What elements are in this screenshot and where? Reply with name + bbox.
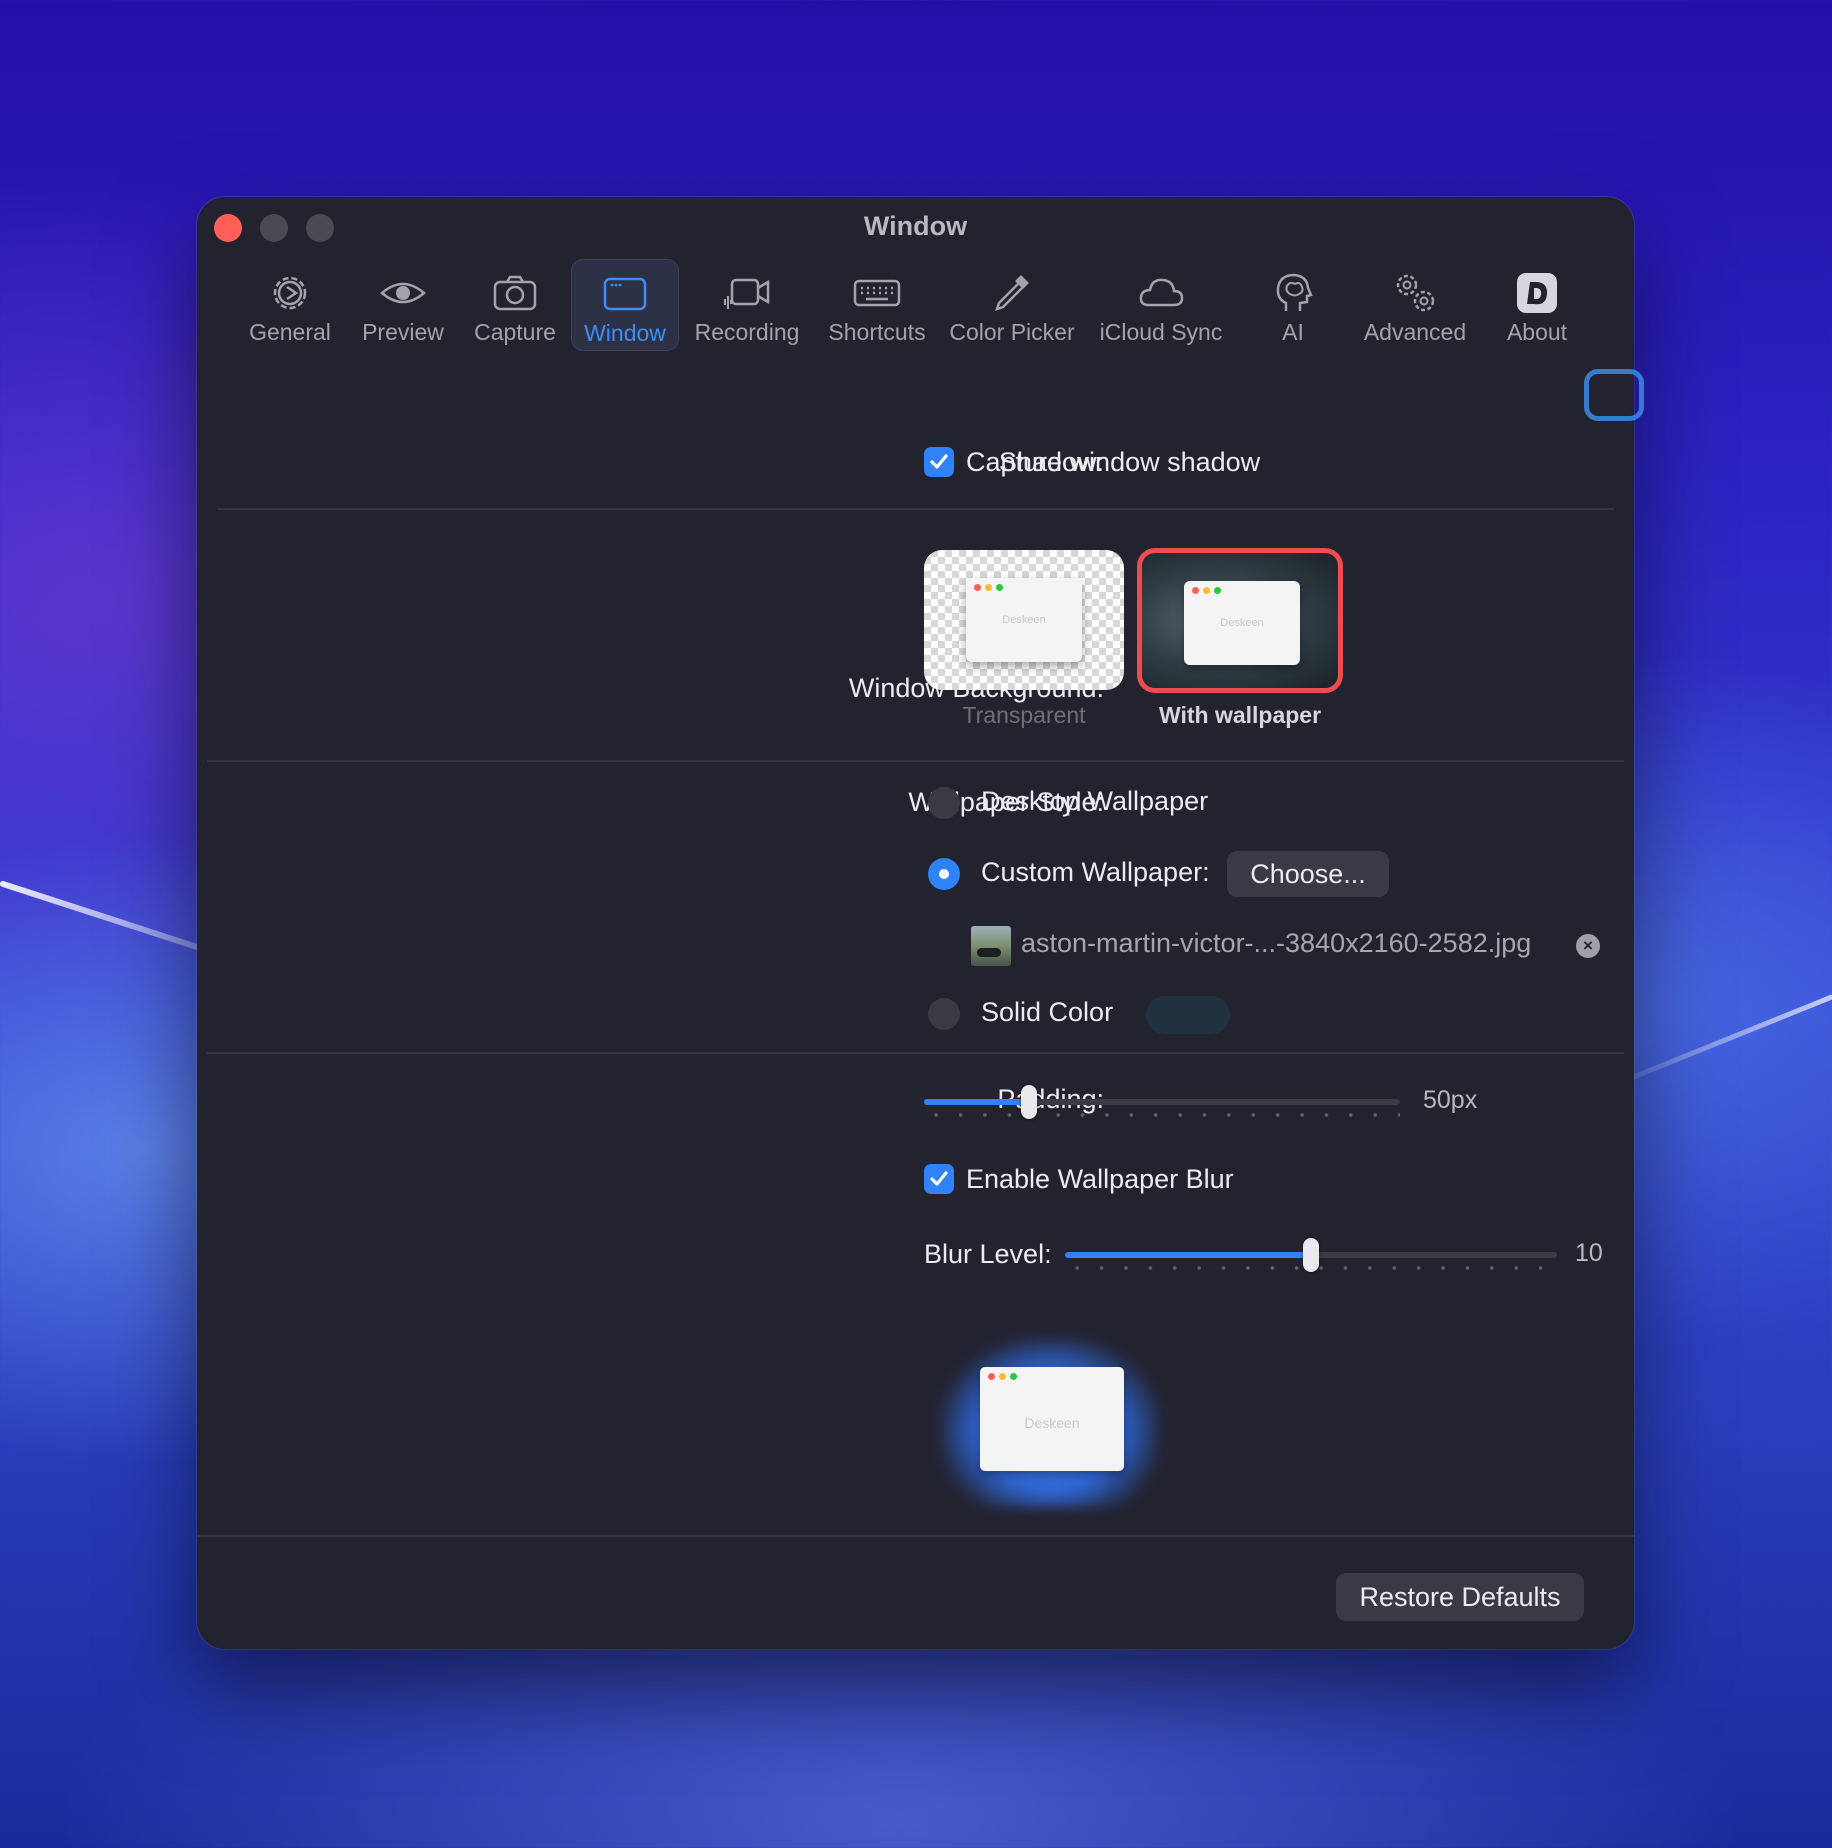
mini-window-name: Deskeen <box>1220 617 1264 629</box>
eyedropper-icon <box>995 275 1029 311</box>
preferences-toolbar: General Preview Capture Window Recording… <box>233 259 1593 351</box>
video-camera-icon <box>724 278 770 309</box>
slider-ticks <box>924 1113 1400 1117</box>
tab-label: Window <box>584 320 666 346</box>
tab-label: Color Picker <box>949 319 1075 345</box>
camera-icon <box>493 275 537 311</box>
blur-level-slider[interactable] <box>1065 1238 1557 1272</box>
slider-fill <box>924 1099 1029 1105</box>
wallpaper-thumbnail <box>971 926 1011 966</box>
wallpaper-streak <box>1619 994 1832 1085</box>
tab-icloud-sync[interactable]: iCloud Sync <box>1085 259 1237 351</box>
mini-window-name: Deskeen <box>1024 1415 1080 1431</box>
blur-preview-window: Deskeen <box>980 1367 1124 1471</box>
padding-slider[interactable] <box>924 1085 1400 1119</box>
tab-label: Capture <box>474 319 556 345</box>
focus-ring <box>1584 369 1644 421</box>
tab-label: AI <box>1282 319 1304 345</box>
tab-recording[interactable]: Recording <box>679 259 815 351</box>
transparent-caption: Transparent <box>962 702 1086 728</box>
capture-shadow-checkbox[interactable] <box>924 447 954 477</box>
tab-label: Advanced <box>1363 319 1467 345</box>
slider-knob[interactable] <box>1020 1085 1037 1119</box>
restore-defaults-button[interactable]: Restore Defaults <box>1336 1573 1584 1621</box>
separator <box>207 760 1624 762</box>
window-icon <box>603 277 647 311</box>
cloud-icon <box>1139 278 1184 307</box>
tab-general[interactable]: General <box>233 259 347 351</box>
separator <box>217 508 1614 510</box>
custom-wallpaper-label: Custom Wallpaper: <box>981 857 1210 887</box>
with-wallpaper-option[interactable]: Deskeen <box>1137 548 1343 693</box>
solid-color-label: Solid Color <box>981 997 1114 1027</box>
custom-wallpaper-radio[interactable] <box>928 858 960 890</box>
app-logo-icon <box>1517 273 1557 313</box>
solid-color-radio[interactable] <box>928 998 960 1030</box>
tab-capture[interactable]: Capture <box>459 259 571 351</box>
solid-color-swatch[interactable] <box>1146 996 1230 1034</box>
with-wallpaper-caption: With wallpaper <box>1158 702 1322 728</box>
tab-label: iCloud Sync <box>1099 319 1223 345</box>
tab-label: Recording <box>694 319 800 345</box>
preferences-window: Window General Preview Capture Window Re… <box>197 197 1644 1649</box>
separator <box>207 1052 1624 1054</box>
tab-label: General <box>249 319 331 345</box>
tab-label: About <box>1506 319 1568 345</box>
keyboard-icon <box>853 279 901 307</box>
tab-ai[interactable]: AI <box>1237 259 1349 351</box>
capture-shadow-label: Capture window shadow <box>966 447 1261 477</box>
mini-window-name: Deskeen <box>1002 614 1046 626</box>
tab-advanced[interactable]: Advanced <box>1349 259 1481 351</box>
window-title: Window <box>863 211 968 241</box>
tab-shortcuts[interactable]: Shortcuts <box>815 259 939 351</box>
gear-icon <box>273 276 307 310</box>
mini-window-preview: Deskeen <box>966 578 1082 662</box>
desktop-wallpaper-label: Desktop Wallpaper <box>981 786 1209 816</box>
choose-button[interactable]: Choose... <box>1227 851 1389 897</box>
tab-label: Preview <box>362 319 444 345</box>
tab-window[interactable]: Window <box>571 259 679 351</box>
remove-wallpaper-icon[interactable]: × <box>1576 934 1600 958</box>
tab-preview[interactable]: Preview <box>347 259 459 351</box>
tab-about[interactable]: About <box>1481 259 1593 351</box>
mini-window-preview: Deskeen <box>1184 581 1300 665</box>
blur-level-label: Blur Level: <box>924 1239 1052 1269</box>
padding-value: 50px <box>1423 1086 1478 1114</box>
checkmark-icon <box>930 1171 948 1186</box>
desktop-wallpaper-radio[interactable] <box>928 787 960 819</box>
eye-icon <box>380 282 426 304</box>
blur-level-value: 10 <box>1575 1239 1603 1267</box>
footer-separator <box>197 1535 1634 1537</box>
brain-icon <box>1276 273 1313 311</box>
gears-icon <box>1396 274 1435 312</box>
wallpaper-blur-label: Enable Wallpaper Blur <box>966 1164 1234 1194</box>
tab-color-picker[interactable]: Color Picker <box>939 259 1085 351</box>
checkmark-icon <box>930 454 948 469</box>
slider-knob[interactable] <box>1303 1238 1319 1272</box>
tab-label: Shortcuts <box>828 319 926 345</box>
wallpaper-file-name: aston-martin-victor-...-3840x2160-2582.j… <box>1021 928 1532 958</box>
slider-fill <box>1065 1252 1311 1258</box>
transparent-option[interactable]: Deskeen <box>924 550 1124 690</box>
wallpaper-blur-checkbox[interactable] <box>924 1164 954 1194</box>
